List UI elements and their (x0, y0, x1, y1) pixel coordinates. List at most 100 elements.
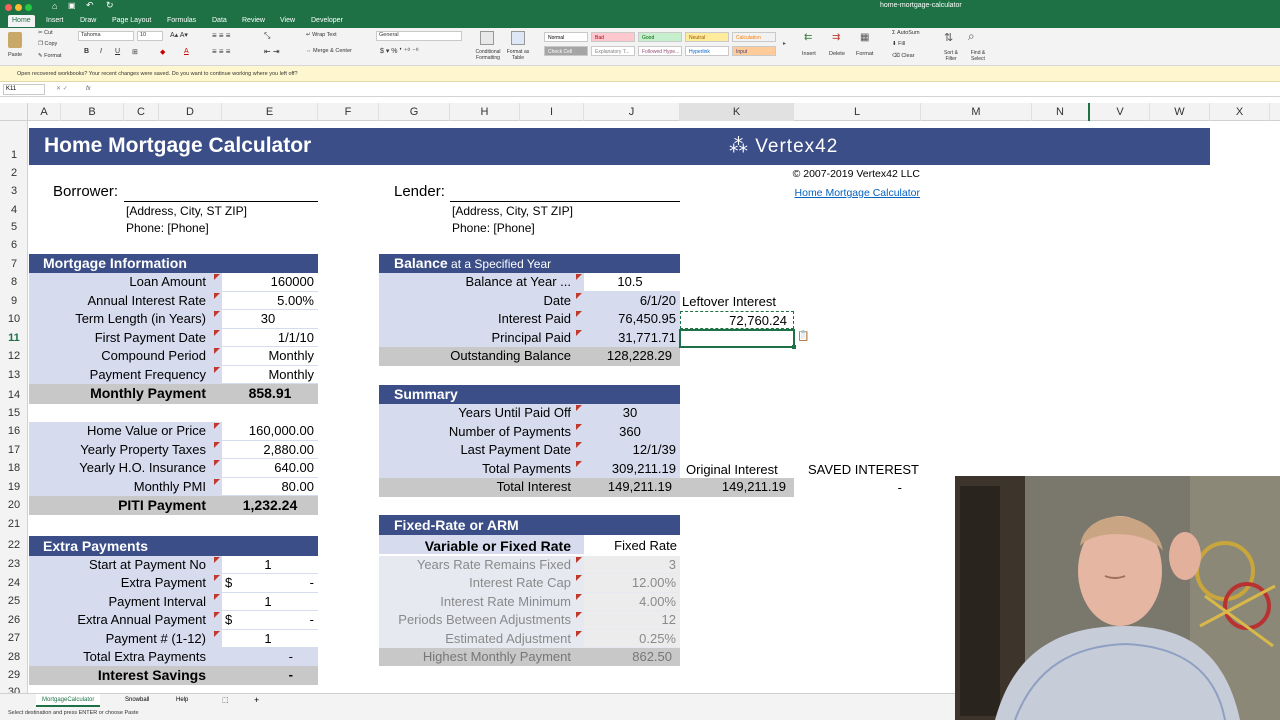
mortgage-row-value[interactable]: 30 (222, 311, 314, 326)
cell-style-swatch[interactable]: Followed Hype... (638, 46, 682, 56)
balance-row-value[interactable]: 31,771.71 (584, 330, 676, 345)
underline-icon[interactable]: U (115, 48, 120, 55)
sort-filter-icon[interactable]: ⇅ (944, 31, 953, 44)
maximize-window-icon[interactable] (25, 4, 32, 11)
piti-row-value[interactable]: 160,000.00 (222, 423, 314, 438)
column-header[interactable]: G (379, 103, 450, 121)
mortgage-row-value[interactable]: Monthly (222, 348, 314, 363)
redo-icon[interactable]: ↻ (106, 0, 114, 11)
hidden-sheet-icon[interactable]: ⬚ (222, 694, 229, 707)
row-header-selected[interactable]: 11 (0, 332, 28, 344)
format-table-icon[interactable] (511, 31, 525, 45)
row-header[interactable]: 4 (0, 204, 28, 216)
add-sheet-icon[interactable]: + (254, 694, 259, 707)
summary-row-value[interactable]: 309,211.19 (584, 461, 676, 476)
paste-options-icon[interactable]: 📋 (797, 331, 809, 342)
row-header[interactable]: 28 (0, 651, 28, 663)
font-color-icon[interactable]: A (184, 48, 189, 55)
balance-row-value[interactable]: 10.5 (584, 274, 676, 289)
extra-row-value[interactable]: 1 (222, 594, 314, 609)
row-header[interactable]: 3 (0, 185, 28, 197)
total-extra-value[interactable]: - (222, 649, 293, 664)
cell-style-swatch[interactable]: Good (638, 32, 682, 42)
row-header[interactable]: 16 (0, 425, 28, 437)
summary-row-value[interactable]: 360 (584, 424, 676, 439)
close-window-icon[interactable] (5, 4, 12, 11)
merge-center-button[interactable]: ⇔ Merge & Center (306, 48, 352, 54)
font-name-select[interactable]: Tahoma (78, 31, 134, 41)
minimize-window-icon[interactable] (15, 4, 22, 11)
lender-phone[interactable]: Phone: [Phone] (452, 221, 535, 235)
column-header[interactable]: B (61, 103, 124, 121)
column-header[interactable]: V (1091, 103, 1150, 121)
sheet-tab-snowball[interactable]: Snowball (120, 694, 154, 707)
arm-row-value[interactable]: 0.25% (584, 631, 676, 646)
clear-button[interactable]: ⌫ Clear (892, 53, 914, 59)
balance-row-value[interactable]: 6/1/20 (584, 293, 676, 308)
format-cells-icon[interactable]: ▦ (860, 32, 869, 43)
row-header[interactable]: 29 (0, 669, 28, 681)
row-header[interactable]: 1 (0, 149, 28, 161)
monthly-payment-value[interactable]: 858.91 (222, 385, 318, 401)
highest-payment-value[interactable]: 862.50 (584, 649, 672, 664)
cell-style-swatch[interactable]: Explanatory T... (591, 46, 635, 56)
piti-payment-value[interactable]: 1,232.24 (222, 497, 318, 513)
conditional-formatting-icon[interactable] (480, 31, 494, 45)
row-header[interactable]: 15 (0, 407, 28, 419)
summary-row-value[interactable]: 12/1/39 (584, 442, 676, 457)
row-header[interactable]: 27 (0, 632, 28, 644)
leftover-interest-value[interactable]: 72,760.24 (682, 313, 787, 328)
arm-row-value[interactable]: 12 (584, 612, 676, 627)
fill-handle[interactable] (792, 345, 796, 349)
home-icon[interactable]: ⌂ (52, 1, 57, 11)
format-table-button[interactable]: Format as Table (505, 49, 531, 61)
row-header[interactable]: 26 (0, 614, 28, 626)
mortgage-row-value[interactable]: 1/1/10 (222, 330, 314, 345)
piti-row-value[interactable]: 640.00 (222, 460, 314, 475)
format-cells-button[interactable]: Format (856, 51, 873, 57)
tab-review[interactable]: Review (238, 15, 269, 27)
tab-formulas[interactable]: Formulas (163, 15, 200, 27)
tab-developer[interactable]: Developer (307, 15, 347, 27)
name-box[interactable]: K11 (3, 84, 45, 95)
original-interest-value[interactable]: 149,211.19 (680, 479, 786, 494)
find-select-button[interactable]: Find & Select (966, 50, 990, 62)
sheet-tab-mortgage[interactable]: MortgageCalculator (36, 694, 101, 707)
align-left-icon[interactable]: ≡ ≡ ≡ (212, 47, 230, 56)
row-header[interactable]: 22 (0, 539, 28, 551)
row-header[interactable]: 13 (0, 369, 28, 381)
lender-address[interactable]: [Address, City, ST ZIP] (452, 204, 573, 218)
rate-type-value[interactable]: Fixed Rate (584, 538, 677, 553)
paste-button[interactable]: Paste (8, 52, 22, 58)
row-header[interactable]: 21 (0, 518, 28, 530)
delete-cells-icon[interactable]: ⇉ (832, 32, 840, 43)
copy-button[interactable]: ❐ Copy (38, 41, 57, 47)
row-header[interactable]: 12 (0, 350, 28, 362)
row-header[interactable]: 6 (0, 239, 28, 251)
balance-row-value[interactable]: 76,450.95 (584, 311, 676, 326)
conditional-formatting-button[interactable]: Conditional Formatting (470, 49, 506, 61)
magnifier-icon[interactable]: ⌕ (968, 29, 975, 44)
piti-row-value[interactable]: 80.00 (222, 479, 314, 494)
sheet-tab-help[interactable]: Help (171, 694, 193, 707)
mortgage-row-value[interactable]: Monthly (222, 367, 314, 382)
indent-icon[interactable]: ⇤ ⇥ (264, 47, 280, 56)
column-header[interactable]: F (318, 103, 379, 121)
mortgage-row-value[interactable]: 160000 (222, 274, 314, 289)
borders-icon[interactable]: ⊞ (132, 48, 138, 56)
orientation-icon[interactable]: ⤡ (264, 31, 270, 41)
cell-style-swatch[interactable]: Input (732, 46, 776, 56)
autosum-button[interactable]: Σ AutoSum (892, 30, 920, 36)
row-header[interactable]: 24 (0, 577, 28, 589)
interest-savings-value[interactable]: - (222, 667, 293, 682)
cell-style-swatch[interactable]: Neutral (685, 32, 729, 42)
home-mortgage-link[interactable]: Home Mortgage Calculator (760, 187, 920, 199)
fill-button[interactable]: ⬇ Fill (892, 41, 905, 47)
arm-row-value[interactable]: 3 (584, 557, 676, 572)
cell-style-swatch[interactable]: Check Cell (544, 46, 588, 56)
arm-row-value[interactable]: 4.00% (584, 594, 676, 609)
column-header[interactable]: H (450, 103, 520, 121)
borrower-phone[interactable]: Phone: [Phone] (126, 221, 209, 235)
column-header[interactable]: I (520, 103, 584, 121)
row-header[interactable]: 23 (0, 558, 28, 570)
